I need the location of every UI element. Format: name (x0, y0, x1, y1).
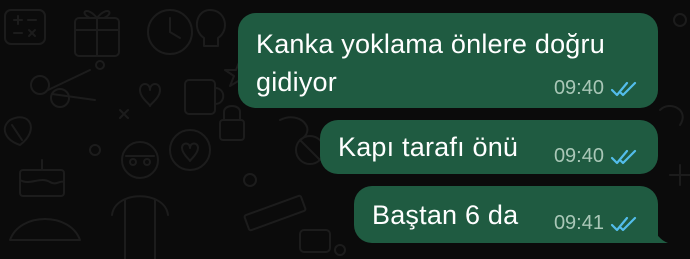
message-bubble-2[interactable]: Kapı tarafı önü 09:40 (320, 120, 658, 174)
double-check-read-icon (610, 149, 637, 164)
message-meta: 09:40 (554, 145, 638, 168)
message-text-line: Kanka yoklama önlere doğru (256, 29, 605, 59)
message-bubble-3[interactable]: Baştan 6 da 09:41 (354, 186, 658, 243)
double-check-read-icon (610, 81, 637, 96)
message-meta: 09:41 (554, 212, 638, 235)
message-bubble-1[interactable]: Kanka yoklama önlere doğru gidiyor 09:40 (238, 13, 658, 108)
message-timestamp: 09:40 (553, 77, 604, 99)
message-text: Kapı tarafı önü (338, 132, 519, 162)
double-check-read-icon (610, 216, 637, 231)
bubble-tail (652, 226, 668, 243)
message-timestamp: 09:41 (553, 212, 604, 234)
message-text: Baştan 6 da (372, 200, 519, 230)
message-timestamp: 09:40 (553, 145, 604, 167)
message-text-line: gidiyor (256, 67, 337, 97)
message-meta: 09:40 (554, 77, 638, 100)
